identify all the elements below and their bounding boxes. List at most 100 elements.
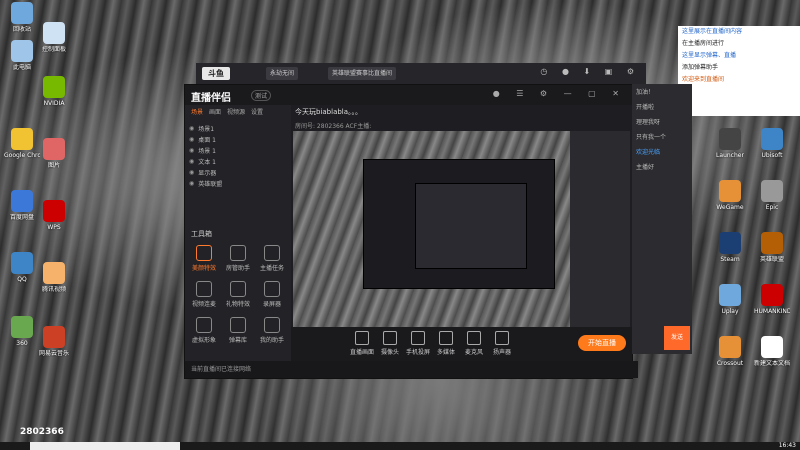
- bottom-toolbar: 开始直播 直播画面 摄像头 手机投屏 多媒体 麦克风 扬声器: [291, 327, 632, 361]
- scene-row[interactable]: ◉ 显示器: [185, 167, 291, 178]
- desktop-icon[interactable]: WPS: [36, 200, 72, 231]
- scene-row[interactable]: ◉ 英雄联盟: [185, 178, 291, 189]
- eye-icon[interactable]: ◉: [189, 158, 194, 165]
- desktop-icon-label: WPS: [47, 224, 61, 231]
- bottom-tool-label: 摄像头: [380, 349, 399, 356]
- tool-button[interactable]: 录屏器: [257, 281, 287, 308]
- eye-icon[interactable]: ◉: [189, 136, 194, 143]
- desktop-icon[interactable]: 腾讯视频: [36, 262, 72, 293]
- eye-icon[interactable]: ◉: [189, 169, 194, 176]
- app-icon: [43, 138, 65, 160]
- version-badge: 测试: [251, 90, 272, 101]
- bottom-tool[interactable]: 直播画面: [347, 331, 377, 356]
- scene-label: 桌面 1: [198, 137, 216, 144]
- livestream-app-window: 直播伴侣 测试 ● ☰ ⚙ — ▢ ✕ 场景 画面 视频源 设置 ◉ 场景1 ◉ 桌面 1 ◉…: [184, 84, 638, 379]
- desktop-icon-label: NVIDIA: [43, 100, 65, 107]
- app-icon: [11, 128, 33, 150]
- desktop-icon[interactable]: 图片: [36, 138, 72, 169]
- bottom-tool-icon: [467, 331, 481, 345]
- app-icon: [719, 180, 741, 202]
- desktop-icon[interactable]: 新建文本文档: [754, 336, 790, 367]
- bottom-tool-label: 扬声器: [492, 349, 511, 356]
- send-button[interactable]: 发送: [664, 326, 690, 350]
- bottom-tool[interactable]: 麦克风: [459, 331, 489, 356]
- app-icon: [11, 40, 33, 62]
- scene-row[interactable]: ◉ 文本 1: [185, 156, 291, 167]
- app-icon: [43, 22, 65, 44]
- notice-line: 欢迎来到直播间: [682, 76, 725, 83]
- desktop-icon[interactable]: 百度网盘: [4, 190, 40, 221]
- app-icon: [11, 2, 33, 24]
- desktop-icon[interactable]: Launcher: [712, 128, 748, 159]
- scene-row[interactable]: ◉ 场景1: [185, 123, 291, 134]
- desktop-icon[interactable]: QQ: [4, 252, 40, 283]
- tab-yongjie[interactable]: 永劫无间: [266, 67, 299, 80]
- left-tab[interactable]: 视频源: [227, 107, 245, 121]
- left-panel: 场景 画面 视频源 设置 ◉ 场景1 ◉ 桌面 1 ◉ 场景 1 ◉ 文本 1 ◉ 显示器 ◉ 英雄联盟 工…: [185, 105, 291, 361]
- bottom-tool-label: 直播画面: [349, 349, 374, 356]
- desktop-icon[interactable]: 网易云音乐: [36, 326, 72, 357]
- desktop-icon-label: 英雄联盟: [759, 256, 784, 263]
- chat-message: 开播啦: [636, 104, 655, 111]
- stream-preview[interactable]: [293, 131, 630, 327]
- bottom-tool-label: 麦克风: [464, 349, 483, 356]
- scene-row[interactable]: ◉ 场景 1: [185, 145, 291, 156]
- bottom-tool[interactable]: 扬声器: [487, 331, 517, 356]
- chat-message: 加油！: [636, 89, 655, 96]
- desktop-icon-label: Uplay: [721, 308, 739, 315]
- app-icon: [761, 180, 783, 202]
- desktop-icon[interactable]: 360: [4, 316, 40, 347]
- chat-message: 主播好: [636, 164, 655, 171]
- scene-label: 英雄联盟: [198, 181, 223, 188]
- bottom-tool[interactable]: 手机投屏: [403, 331, 433, 356]
- left-tab[interactable]: 设置: [251, 107, 263, 121]
- tool-button[interactable]: 我的助手: [257, 317, 287, 344]
- desktop-icon[interactable]: Crossout: [712, 336, 748, 367]
- nested-window-inner: [415, 183, 527, 269]
- desktop-icon[interactable]: NVIDIA: [36, 76, 72, 107]
- tool-button[interactable]: 弹幕库: [223, 317, 253, 344]
- window-controls[interactable]: ● ☰ ⚙ — ▢ ✕: [493, 89, 626, 98]
- left-tab[interactable]: 画面: [209, 107, 221, 121]
- desktop-icon[interactable]: Uplay: [712, 284, 748, 315]
- eye-icon[interactable]: ◉: [189, 180, 194, 187]
- tool-icon: [196, 317, 212, 333]
- eye-icon[interactable]: ◉: [189, 147, 194, 154]
- tab-lol[interactable]: 英雄联盟赛事比直播间: [328, 67, 397, 80]
- strip-icons[interactable]: ◷ ● ⬇ ▣ ⚙: [540, 67, 640, 76]
- tool-label: 美颜特效: [191, 265, 216, 272]
- desktop-icon-label: QQ: [17, 276, 27, 283]
- go-live-button[interactable]: 开始直播: [578, 335, 626, 351]
- app-icon: [761, 284, 783, 306]
- tool-button[interactable]: 礼物特效: [223, 281, 253, 308]
- desktop-icon[interactable]: 此电脑: [4, 40, 40, 71]
- tool-button[interactable]: 房管助手: [223, 245, 253, 272]
- bottom-tool-icon: [439, 331, 453, 345]
- tool-button[interactable]: 美颜特效: [189, 245, 219, 272]
- desktop-icon[interactable]: 回收站: [4, 2, 40, 33]
- toolbox-header: 工具箱: [191, 230, 212, 238]
- app-icon: [719, 336, 741, 358]
- tool-button[interactable]: 视频连麦: [189, 281, 219, 308]
- tool-button[interactable]: 虚拟形象: [189, 317, 219, 344]
- eye-icon[interactable]: ◉: [189, 125, 194, 132]
- desktop-icon[interactable]: Ubisoft: [754, 128, 790, 159]
- scene-row[interactable]: ◉ 桌面 1: [185, 134, 291, 145]
- tool-button[interactable]: 主播任务: [257, 245, 287, 272]
- desktop-icon-label: 百度网盘: [9, 214, 34, 221]
- bottom-tool[interactable]: 摄像头: [375, 331, 405, 356]
- app-icon: [43, 76, 65, 98]
- desktop-icon[interactable]: Google Chrome: [4, 128, 40, 159]
- bottom-tool-label: 多媒体: [436, 349, 455, 356]
- desktop-icon[interactable]: Steam: [712, 232, 748, 263]
- left-tab[interactable]: 场景: [191, 107, 203, 121]
- taskbar-search[interactable]: [30, 442, 180, 450]
- desktop-icon[interactable]: 控制面板: [36, 22, 72, 53]
- app-icon: [43, 326, 65, 348]
- desktop-icon[interactable]: 英雄联盟: [754, 232, 790, 263]
- notice-line: 这里显示弹幕、直播: [682, 52, 737, 59]
- desktop-icon[interactable]: Epic: [754, 180, 790, 211]
- desktop-icon[interactable]: HUMANKIND: [754, 284, 790, 315]
- desktop-icon[interactable]: WeGame: [712, 180, 748, 211]
- bottom-tool[interactable]: 多媒体: [431, 331, 461, 356]
